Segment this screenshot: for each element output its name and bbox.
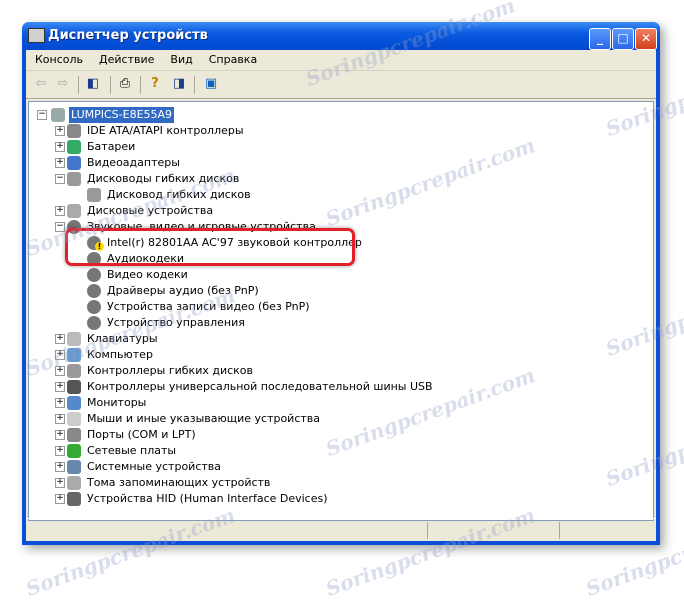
expand-icon[interactable]: + <box>55 158 65 168</box>
menu-console[interactable]: Консоль <box>26 50 90 70</box>
tree-item-label: Видео кодеки <box>107 268 188 281</box>
computer-icon <box>51 108 65 122</box>
minimize-button[interactable]: _ <box>589 28 611 50</box>
highlight-frame <box>65 228 355 266</box>
back-icon[interactable]: ⇦ <box>32 76 50 92</box>
floppy-icon <box>87 188 101 202</box>
tree-item-label: Батареи <box>87 140 136 153</box>
tree-item-label: Мыши и иные указывающие устройства <box>87 412 321 425</box>
expand-icon[interactable]: + <box>55 494 65 504</box>
usb-icon <box>67 380 81 394</box>
close-button[interactable]: ✕ <box>635 28 657 50</box>
device-manager-icon <box>28 28 45 43</box>
expand-icon[interactable]: + <box>55 414 65 424</box>
mouse-icon <box>67 412 81 426</box>
sound-icon <box>87 300 101 314</box>
help-icon[interactable]: ? <box>146 76 164 92</box>
status-bar <box>26 518 656 541</box>
display-icon <box>67 156 81 170</box>
ide-icon <box>67 124 81 138</box>
maximize-button[interactable]: □ <box>612 28 634 50</box>
title-bar[interactable]: Диспетчер устройств _ □ ✕ <box>22 22 660 50</box>
expand-icon[interactable]: + <box>55 206 65 216</box>
tree-item-label: Мониторы <box>87 396 147 409</box>
tree-item-label: Тома запоминающих устройств <box>87 476 271 489</box>
menu-view[interactable]: Вид <box>161 50 199 70</box>
tree-root-label: LUMPICS-E8E55A9 <box>69 107 175 123</box>
update-driver-icon[interactable]: ▣ <box>202 76 220 92</box>
expand-icon[interactable]: + <box>55 478 65 488</box>
disk-icon <box>67 204 81 218</box>
volume-icon <box>67 476 81 490</box>
window-title: Диспетчер устройств <box>48 28 208 43</box>
tree-item-label: Контроллеры гибких дисков <box>87 364 254 377</box>
action-pane-icon[interactable]: ◨ <box>170 76 188 92</box>
system-icon <box>67 460 81 474</box>
tree-item-label: Системные устройства <box>87 460 221 473</box>
tree-item-label: Контроллеры универсальной последовательн… <box>87 380 433 393</box>
expand-icon[interactable]: + <box>55 398 65 408</box>
floppy-icon <box>67 172 81 186</box>
device-tree[interactable]: − LUMPICS-E8E55A9 + IDE ATA/ATAPI контрол… <box>28 101 654 521</box>
expand-icon[interactable]: + <box>55 142 65 152</box>
collapse-icon[interactable]: − <box>37 110 47 120</box>
device-manager-window: Диспетчер устройств _ □ ✕ Консоль Действ… <box>22 22 660 545</box>
expand-icon[interactable]: + <box>55 462 65 472</box>
tree-item-label: Устройства HID (Human Interface Devices) <box>87 492 328 505</box>
tree-root[interactable]: − LUMPICS-E8E55A9 <box>37 107 187 123</box>
expand-icon[interactable]: + <box>55 126 65 136</box>
tree-item-label: Сетевые платы <box>87 444 177 457</box>
tree-item-label: Видеоадаптеры <box>87 156 180 169</box>
tree-item-label: IDE ATA/ATAPI контроллеры <box>87 124 244 137</box>
menu-help[interactable]: Справка <box>200 50 264 70</box>
sound-icon <box>87 268 101 282</box>
tree-item-label: Порты (COM и LPT) <box>87 428 196 441</box>
expand-icon[interactable]: + <box>55 382 65 392</box>
monitor-icon <box>67 396 81 410</box>
hid-icon <box>67 492 81 506</box>
console-tree-icon[interactable]: ◧ <box>84 76 102 92</box>
collapse-icon[interactable]: − <box>55 174 65 184</box>
port-icon <box>67 428 81 442</box>
sound-icon <box>87 316 101 330</box>
tree-item-label: Драйверы аудио (без PnP) <box>107 284 259 297</box>
menu-action[interactable]: Действие <box>90 50 161 70</box>
expand-icon[interactable]: + <box>55 430 65 440</box>
expand-icon[interactable]: + <box>55 446 65 456</box>
print-icon[interactable]: ⎙ <box>116 76 134 92</box>
network-icon <box>67 444 81 458</box>
sound-icon <box>87 284 101 298</box>
forward-icon[interactable]: ⇨ <box>54 76 72 92</box>
battery-icon <box>67 140 81 154</box>
